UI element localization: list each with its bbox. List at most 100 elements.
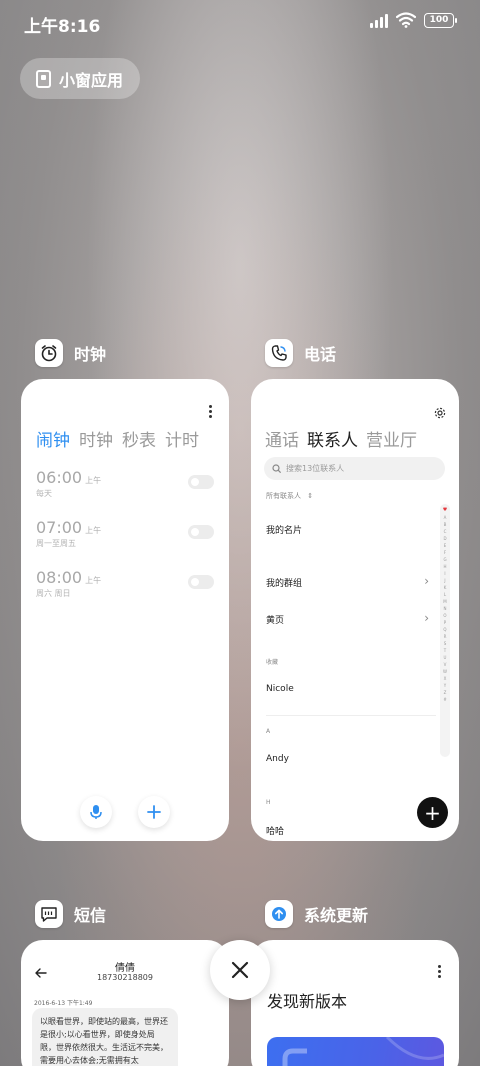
alphabet-index-letter[interactable]: S — [444, 640, 447, 647]
alphabet-index-letter[interactable]: M — [443, 598, 446, 605]
tab-alarm[interactable]: 闹钟 — [36, 426, 70, 451]
update-app-title: 系统更新 — [304, 906, 369, 925]
tab-timer[interactable]: 计时 — [165, 426, 199, 451]
alphabet-index-letter[interactable]: K — [444, 584, 447, 591]
alphabet-index-letter[interactable]: G — [443, 556, 446, 563]
tab-service-hall[interactable]: 营业厅 — [366, 426, 417, 451]
divider — [266, 715, 436, 716]
alphabet-index-letter[interactable]: C — [444, 528, 447, 535]
alarm-repeat: 周一至周五 — [36, 539, 76, 548]
chevron-right-icon: › — [424, 574, 429, 588]
alphabet-index-letter[interactable]: E — [444, 542, 447, 549]
alarm-time: 07:00 — [36, 518, 83, 537]
alphabet-index-letter[interactable]: I — [444, 570, 445, 577]
sms-app-header[interactable]: 短信 — [35, 900, 106, 928]
plus-icon: + — [424, 800, 441, 825]
alphabet-index-letter[interactable]: V — [444, 661, 447, 668]
contact-item[interactable]: Nicole — [266, 684, 294, 694]
alphabet-index-letter[interactable]: D — [443, 535, 446, 542]
sms-contact-name: 倩倩 — [115, 963, 135, 974]
clock-more-icon[interactable] — [209, 405, 213, 418]
floating-window-icon — [36, 69, 51, 88]
clock-tabs: 闹钟 时钟 秒表 计时 — [36, 426, 199, 451]
contact-item[interactable]: 哈哈 — [266, 824, 284, 837]
alphabet-index-letter[interactable]: O — [443, 612, 446, 619]
add-alarm-button[interactable] — [138, 796, 170, 828]
alphabet-index-letter[interactable]: L — [444, 591, 446, 598]
alphabet-index-letter[interactable]: H — [443, 563, 446, 570]
floating-window-button[interactable]: 小窗应用 — [20, 58, 140, 99]
add-contact-button[interactable]: + — [417, 797, 448, 828]
phone-settings-icon[interactable] — [434, 404, 446, 423]
alarm-toggle[interactable] — [188, 525, 214, 539]
status-time: 上午8:16 — [24, 17, 101, 37]
my-groups-item[interactable]: 我的群组 — [266, 576, 302, 589]
all-contacts-label: 所有联系人 — [266, 492, 301, 500]
tab-clock[interactable]: 时钟 — [79, 426, 113, 451]
alphabet-index[interactable]: ♥ A B C D E F G H I J K L M N O P Q R S T U V W X Y Z # — [440, 504, 450, 757]
alphabet-index-letter[interactable]: Q — [443, 626, 446, 633]
alarm-item[interactable]: 08:00 上午 周六 周日 — [36, 568, 216, 599]
phone-app-card[interactable]: 通话 联系人 营业厅 搜索13位联系人 所有联系人 ⇕ 我的名片 我的群组 › … — [251, 379, 459, 841]
alphabet-index-letter[interactable]: # — [443, 696, 446, 703]
yellow-pages-item[interactable]: 黄页 — [266, 613, 284, 626]
favorites-heart-icon: ♥ — [442, 507, 448, 513]
update-more-icon[interactable] — [438, 965, 442, 978]
tab-stopwatch[interactable]: 秒表 — [122, 426, 156, 451]
close-icon — [231, 961, 249, 979]
search-icon — [272, 464, 281, 473]
plus-icon — [147, 805, 161, 819]
alphabet-index-letter[interactable]: X — [444, 675, 447, 682]
phone-app-title: 电话 — [304, 345, 337, 364]
status-bar: 上午8:16 100 — [0, 0, 480, 46]
section-header-a: A — [266, 728, 271, 735]
alarm-ampm: 上午 — [85, 576, 102, 585]
alarm-ampm: 上午 — [85, 526, 102, 535]
status-icons: 100 — [370, 12, 457, 28]
my-card-item[interactable]: 我的名片 — [266, 523, 302, 536]
sms-app-card[interactable]: 倩倩 18730218809 2016-6-13 下午1:49 以眼看世界，即使… — [21, 940, 229, 1066]
clear-all-button[interactable] — [210, 940, 270, 1000]
clock-app-icon — [35, 339, 63, 367]
alphabet-index-letter[interactable]: Y — [444, 682, 446, 689]
alarm-item[interactable]: 06:00 上午 每天 — [36, 468, 216, 499]
phone-app-header[interactable]: 电话 — [265, 339, 336, 367]
microphone-icon — [90, 805, 102, 819]
tab-calls[interactable]: 通话 — [265, 426, 299, 451]
voice-alarm-button[interactable] — [80, 796, 112, 828]
alphabet-index-letter[interactable]: N — [444, 605, 447, 612]
alarm-item[interactable]: 07:00 上午 周一至周五 — [36, 518, 216, 549]
alarm-toggle[interactable] — [188, 575, 214, 589]
alarm-time: 06:00 — [36, 468, 83, 487]
alphabet-index-letter[interactable]: T — [444, 647, 446, 654]
alphabet-index-letter[interactable]: B — [444, 521, 447, 528]
update-app-header[interactable]: 系统更新 — [265, 900, 368, 928]
alphabet-index-letter[interactable]: W — [443, 668, 447, 675]
alphabet-index-letter[interactable]: R — [444, 633, 447, 640]
alphabet-index-letter[interactable]: Z — [444, 689, 447, 696]
section-header-h: H — [266, 799, 271, 806]
alarm-repeat: 周六 周日 — [36, 589, 71, 598]
sort-icon: ⇕ — [307, 492, 314, 500]
clock-app-header[interactable]: 时钟 — [35, 339, 106, 367]
alphabet-index-letter[interactable]: P — [444, 619, 446, 626]
battery-icon: 100 — [424, 12, 457, 28]
all-contacts-filter[interactable]: 所有联系人 ⇕ — [266, 491, 313, 501]
update-app-card[interactable]: 发现新版本 — [251, 940, 459, 1066]
phone-app-icon — [265, 339, 293, 367]
alphabet-index-letter[interactable]: U — [444, 654, 447, 661]
contact-item[interactable]: Andy — [266, 754, 289, 764]
alarm-toggle[interactable] — [188, 475, 214, 489]
alphabet-index-letter[interactable]: J — [444, 577, 445, 584]
sms-app-icon — [35, 900, 63, 928]
sms-message-bubble[interactable]: 以眼看世界，即使站的最高，世界还是很小;以心看世界，即使身处局限，世界依然很大。… — [32, 1008, 178, 1066]
clock-app-card[interactable]: 闹钟 时钟 秒表 计时 06:00 上午 每天 07:00 上午 周一至周五 08:… — [21, 379, 229, 841]
alarm-repeat: 每天 — [36, 489, 52, 498]
alphabet-index-letter[interactable]: A — [444, 514, 447, 521]
tab-contacts[interactable]: 联系人 — [307, 426, 358, 451]
contact-search-input[interactable]: 搜索13位联系人 — [264, 457, 445, 480]
wifi-icon — [396, 12, 416, 28]
alphabet-index-letter[interactable]: F — [444, 549, 446, 556]
alarm-ampm: 上午 — [85, 476, 102, 485]
search-placeholder: 搜索13位联系人 — [286, 464, 345, 473]
